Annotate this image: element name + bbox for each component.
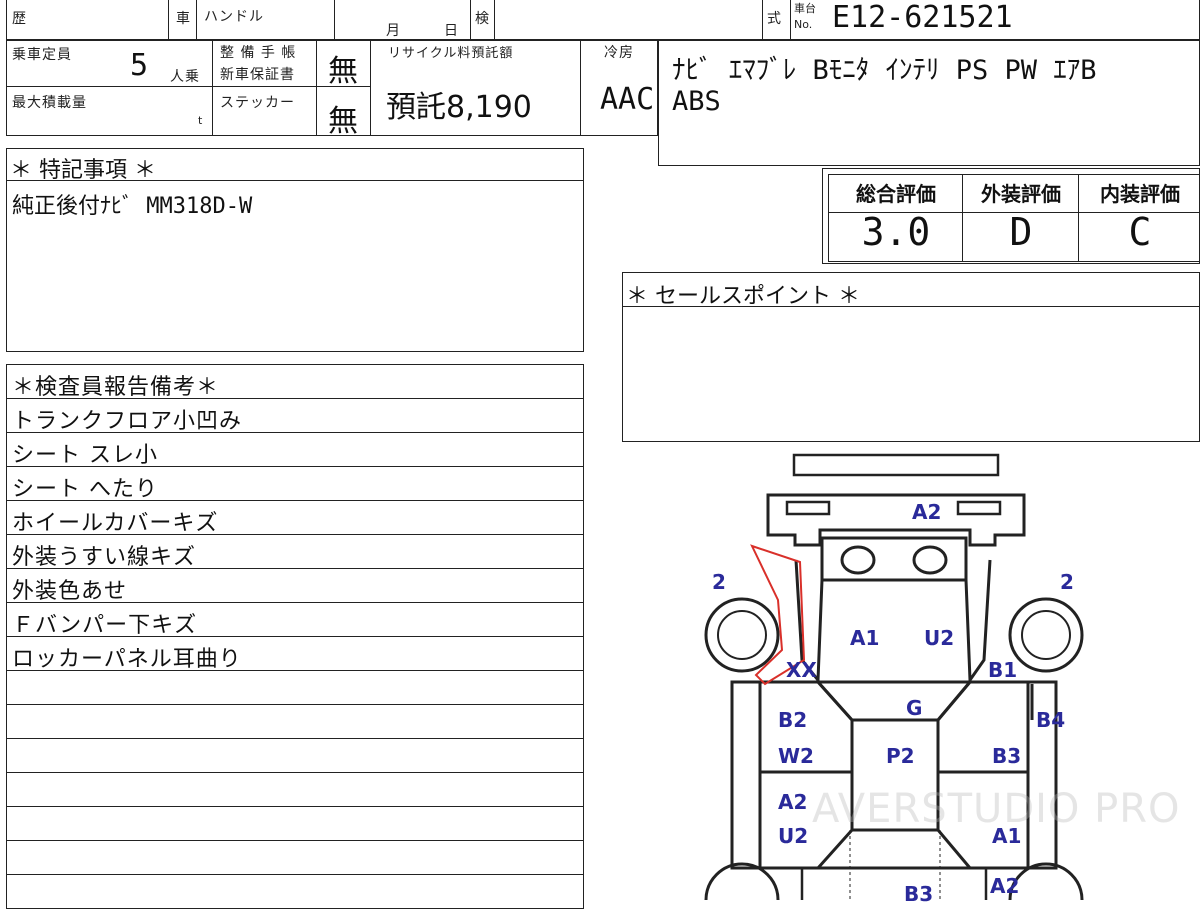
mark-a2-top: A2 (912, 500, 942, 524)
aircon-value: AAC (600, 82, 655, 117)
chassis-number: E12-621521 (832, 0, 1013, 35)
special-notes-text: 純正後付ﾅﾋﾞ MM318D-W (12, 194, 253, 219)
mark-b2-left: B2 (778, 708, 808, 732)
maintenance-label-1: 整 備 手 帳 (220, 45, 297, 61)
headlight-left (840, 545, 876, 575)
capacity-unit: 人乗 (170, 69, 200, 85)
overall-grade-value: 3.0 (861, 210, 931, 254)
equipment-line-2: ABS (672, 86, 721, 117)
headlight-right (912, 545, 948, 575)
special-notes-title: ＊ 特記事項 ＊ (10, 158, 156, 183)
inspector-report-title: ＊検査員報告備考＊ (12, 375, 220, 400)
exterior-grade-value: D (1009, 210, 1033, 254)
mark-b4-right: B4 (1036, 708, 1066, 732)
interior-grade-label: 内装評価 (1100, 182, 1180, 206)
sticker-value: 無 (328, 104, 358, 139)
chassis-no-label-bottom: No. (794, 18, 813, 31)
grille-slot-left (785, 500, 831, 516)
interior-grade-value: C (1128, 210, 1152, 254)
mark-b1-right: B1 (988, 658, 1018, 682)
mark-u2-hood: U2 (924, 626, 955, 650)
handle-label: ハンドル (204, 9, 264, 25)
maintenance-value: 無 (328, 54, 358, 89)
front-left-wheel-group (704, 597, 780, 673)
sticker-label: ステッカー (220, 95, 295, 111)
chassis-no-label-top: 車台 (794, 2, 816, 15)
watermark: AVERSTUDIO PRO (812, 786, 1181, 832)
car-label: 車 (176, 11, 191, 27)
rear-glass (816, 828, 972, 870)
capacity-value: 5 (130, 48, 149, 83)
history-label: 歴 (12, 11, 27, 27)
rear-body (800, 868, 988, 900)
mark-g-windshield: G (906, 696, 923, 720)
exterior-grade-label: 外装評価 (981, 182, 1061, 206)
recycle-value: 預託8,190 (386, 90, 532, 125)
aircon-label: 冷房 (604, 45, 634, 61)
sales-point-title: ＊ セールスポイント ＊ (626, 284, 860, 309)
windshield (814, 680, 974, 722)
capacity-label: 乗車定員 (12, 47, 72, 63)
mark-a1-hood: A1 (850, 626, 880, 650)
overall-grade-label: 総合評価 (856, 182, 936, 206)
mark-p2-roof: P2 (886, 744, 915, 768)
front-right-wheel-group (1008, 597, 1084, 673)
mark-a2-left: A2 (778, 790, 808, 814)
remark-item: シート スレ小 (12, 443, 158, 468)
day-label: 日 (444, 23, 459, 39)
maintenance-label-2: 新車保証書 (220, 67, 295, 83)
remark-item: トランクフロア小凹み (12, 409, 243, 434)
mark-left-2: 2 (712, 570, 726, 594)
max-load-unit: t (198, 114, 203, 127)
mark-b3-bottom: B3 (904, 882, 934, 906)
remark-item: Ｆバンパー下キズ (12, 613, 198, 638)
right-fender (964, 559, 992, 685)
max-load-label: 最大積載量 (12, 95, 87, 111)
mark-xx-left: XX (786, 658, 817, 682)
remark-item: ロッカーパネル耳曲り (12, 647, 242, 672)
car-damage-diagram (704, 453, 1084, 900)
equipment-line-1: ﾅﾋﾞ ｴﾏﾌﾞﾚ Bﾓﾆﾀ ｲﾝﾃﾘ PS PW ｴｱB (672, 55, 1097, 86)
mark-a2-right-bottom: A2 (990, 874, 1020, 898)
recycle-label: リサイクル料預託額 (388, 46, 514, 61)
remark-item: 外装うすい線キズ (12, 545, 197, 570)
month-label: 月 (386, 23, 401, 39)
mark-u2-left: U2 (778, 824, 809, 848)
remark-item: ホイールカバーキズ (12, 511, 219, 536)
mark-b3-right: B3 (992, 744, 1022, 768)
engine-bay (820, 536, 968, 582)
inspect-label: 検 (475, 11, 490, 27)
front-bumper-strip (792, 453, 1000, 477)
grille-slot-right (956, 500, 1002, 516)
remark-item: 外装色あせ (12, 579, 128, 604)
mark-right-2: 2 (1060, 570, 1074, 594)
mark-w2-left: W2 (778, 744, 814, 768)
model-label: 式 (767, 11, 782, 27)
remark-item: シート へたり (12, 477, 158, 502)
